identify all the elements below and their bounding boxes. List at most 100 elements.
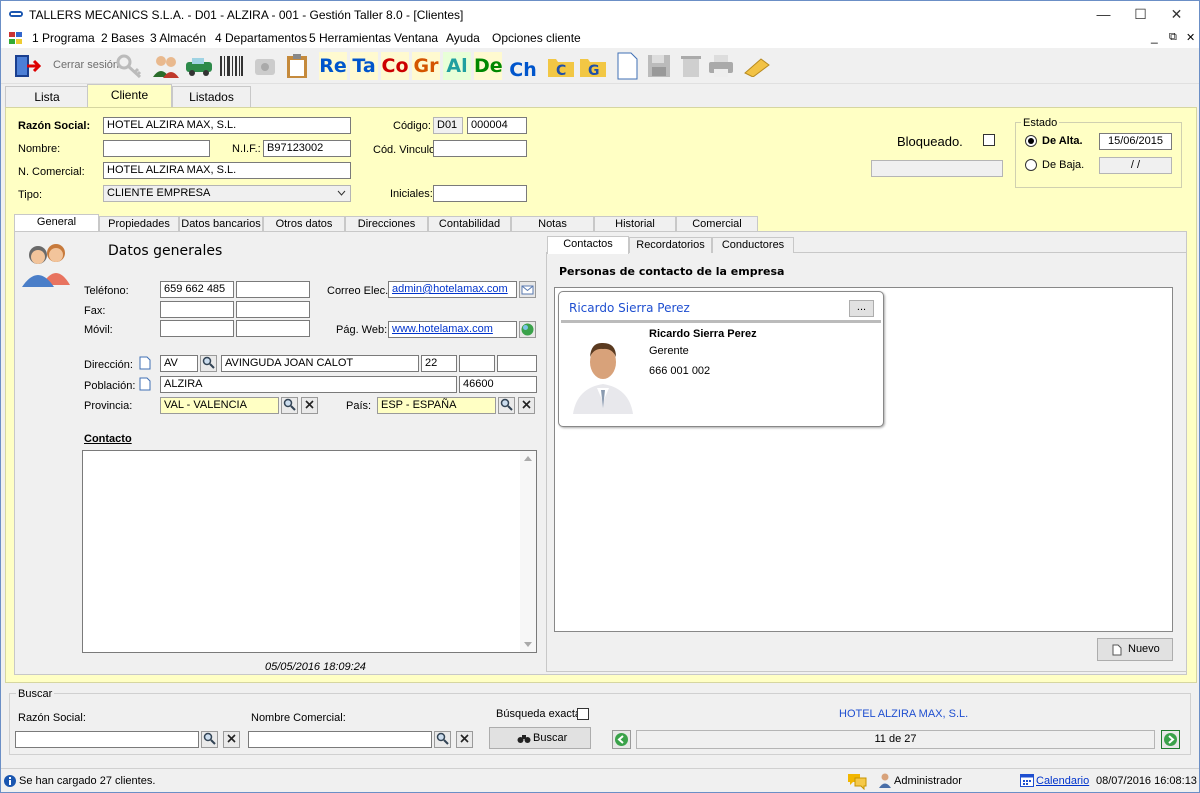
- print-icon[interactable]: [707, 53, 735, 79]
- globe-icon[interactable]: [519, 321, 536, 338]
- search-comercial-input[interactable]: [248, 731, 432, 748]
- iniciales-field[interactable]: [433, 185, 527, 202]
- document-icon[interactable]: [139, 377, 151, 391]
- telefono2-field[interactable]: [236, 281, 310, 298]
- de-baja-radio[interactable]: [1025, 159, 1037, 171]
- via-field[interactable]: AV: [160, 355, 198, 372]
- shortcut-co-button[interactable]: Co: [381, 52, 409, 80]
- menu-ayuda[interactable]: Ayuda: [446, 31, 480, 45]
- menu-departamentos[interactable]: 4 Departamentos: [215, 31, 307, 45]
- clipboard-icon[interactable]: [284, 52, 310, 80]
- bloqueado-checkbox[interactable]: [983, 134, 995, 146]
- document-icon[interactable]: [139, 356, 151, 370]
- numero-field[interactable]: 22: [421, 355, 457, 372]
- calendar-icon[interactable]: [1020, 774, 1034, 787]
- pais-search-button[interactable]: [498, 397, 515, 414]
- subtab-historial[interactable]: Historial: [594, 216, 676, 232]
- menu-programa[interactable]: 1 Programa: [32, 31, 95, 45]
- contact-card[interactable]: Ricardo Sierra Perez ... Ricardo Sierra …: [558, 291, 884, 427]
- next-record-icon[interactable]: [1161, 730, 1180, 749]
- shortcut-ch-button[interactable]: Ch: [509, 56, 537, 84]
- via-search-button[interactable]: [200, 355, 217, 372]
- shortcut-de-button[interactable]: De: [474, 52, 503, 80]
- key-icon[interactable]: [116, 53, 144, 79]
- logout-label[interactable]: Cerrar sesión: [53, 59, 119, 71]
- tab-recordatorios[interactable]: Recordatorios: [629, 237, 712, 253]
- correo-link[interactable]: admin@hotelamax.com: [392, 283, 508, 295]
- alta-date-field[interactable]: 15/06/2015: [1099, 133, 1172, 150]
- clients-icon[interactable]: [151, 53, 181, 79]
- exit-door-icon[interactable]: [13, 53, 41, 79]
- mdi-app-icon[interactable]: [9, 32, 22, 44]
- razon-social-field[interactable]: HOTEL ALZIRA MAX, S.L.: [103, 117, 351, 134]
- shortcut-ta-button[interactable]: Ta: [350, 52, 378, 80]
- subtab-datos-bancarios[interactable]: Datos bancarios: [179, 216, 263, 232]
- close-button[interactable]: ✕: [1154, 1, 1199, 28]
- tab-listados[interactable]: Listados: [172, 86, 251, 107]
- chat-icon[interactable]: [847, 772, 867, 790]
- piso-field[interactable]: [459, 355, 495, 372]
- ncomercial-field[interactable]: HOTEL ALZIRA MAX, S.L.: [103, 162, 351, 179]
- calle-field[interactable]: AVINGUDA JOAN CALOT: [221, 355, 419, 372]
- telefono-field[interactable]: 659 662 485: [160, 281, 234, 298]
- search-comercial-button[interactable]: [434, 731, 451, 748]
- subtab-notas[interactable]: Notas: [511, 216, 594, 232]
- search-razon-input[interactable]: [15, 731, 199, 748]
- card-icon[interactable]: [741, 55, 771, 77]
- subtab-contabilidad[interactable]: Contabilidad: [428, 216, 511, 232]
- busqueda-exacta-checkbox[interactable]: [577, 708, 589, 720]
- movil2-field[interactable]: [236, 320, 310, 337]
- fax-field[interactable]: [160, 301, 234, 318]
- vehicle-icon[interactable]: [184, 56, 214, 78]
- calendar-link[interactable]: Calendario: [1036, 775, 1089, 787]
- subtab-general[interactable]: General: [14, 214, 99, 232]
- mdi-close-button[interactable]: ✕: [1186, 31, 1195, 44]
- save-disk-icon[interactable]: [646, 53, 672, 79]
- new-document-icon[interactable]: [615, 51, 639, 81]
- provincia-field[interactable]: VAL - VALENCIA: [160, 397, 279, 414]
- tab-contactos[interactable]: Contactos: [547, 236, 629, 254]
- tab-cliente[interactable]: Cliente: [87, 84, 172, 107]
- shortcut-re-button[interactable]: Re: [319, 52, 347, 80]
- provincia-search-button[interactable]: [281, 397, 298, 414]
- nombre-field[interactable]: [103, 140, 210, 157]
- cod-vinculo-field[interactable]: [433, 140, 527, 157]
- shortcut-gr-button[interactable]: Gr: [412, 52, 440, 80]
- nuevo-button[interactable]: Nuevo: [1097, 638, 1173, 661]
- fax2-field[interactable]: [236, 301, 310, 318]
- de-alta-radio[interactable]: [1025, 135, 1037, 147]
- search-razon-clear-button[interactable]: [223, 731, 240, 748]
- provincia-clear-button[interactable]: [301, 397, 318, 414]
- correo-field[interactable]: admin@hotelamax.com: [388, 281, 517, 298]
- poblacion-field[interactable]: ALZIRA: [160, 376, 457, 393]
- pais-field[interactable]: ESP - ESPAÑA: [377, 397, 496, 414]
- prev-record-icon[interactable]: [612, 730, 631, 749]
- mdi-minimize-button[interactable]: _: [1151, 30, 1158, 44]
- subtab-comercial[interactable]: Comercial: [676, 216, 758, 232]
- tab-conductores[interactable]: Conductores: [712, 237, 794, 253]
- menu-almacen[interactable]: 3 Almacén: [150, 31, 206, 45]
- shortcut-al-button[interactable]: Al: [443, 52, 471, 80]
- buscar-button[interactable]: Buscar: [489, 727, 591, 749]
- pais-clear-button[interactable]: [518, 397, 535, 414]
- contact-options-button[interactable]: ...: [849, 300, 874, 317]
- menu-opciones-cliente[interactable]: Opciones cliente: [492, 31, 581, 45]
- tab-lista[interactable]: Lista: [5, 86, 89, 107]
- web-field[interactable]: www.hotelamax.com: [388, 321, 517, 338]
- delete-bin-icon[interactable]: [679, 53, 703, 79]
- cp-field[interactable]: 46600: [459, 376, 537, 393]
- mdi-restore-button[interactable]: ⧉: [1169, 31, 1177, 44]
- menu-herramientas[interactable]: 5 Herramientas: [309, 31, 391, 45]
- nif-field[interactable]: B97123002: [263, 140, 351, 157]
- folder-g-icon[interactable]: G: [578, 53, 608, 79]
- subtab-direcciones[interactable]: Direcciones: [345, 216, 428, 232]
- search-comercial-clear-button[interactable]: [456, 731, 473, 748]
- textarea-scrollbar[interactable]: [520, 451, 536, 652]
- contacto-textarea[interactable]: [82, 450, 537, 653]
- codigo-field[interactable]: 000004: [467, 117, 527, 134]
- scroll-up-icon[interactable]: [524, 456, 532, 461]
- menu-bases[interactable]: 2 Bases: [101, 31, 144, 45]
- subtab-otros-datos[interactable]: Otros datos: [263, 216, 345, 232]
- movil-field[interactable]: [160, 320, 234, 337]
- tipo-select[interactable]: CLIENTE EMPRESA: [103, 185, 351, 202]
